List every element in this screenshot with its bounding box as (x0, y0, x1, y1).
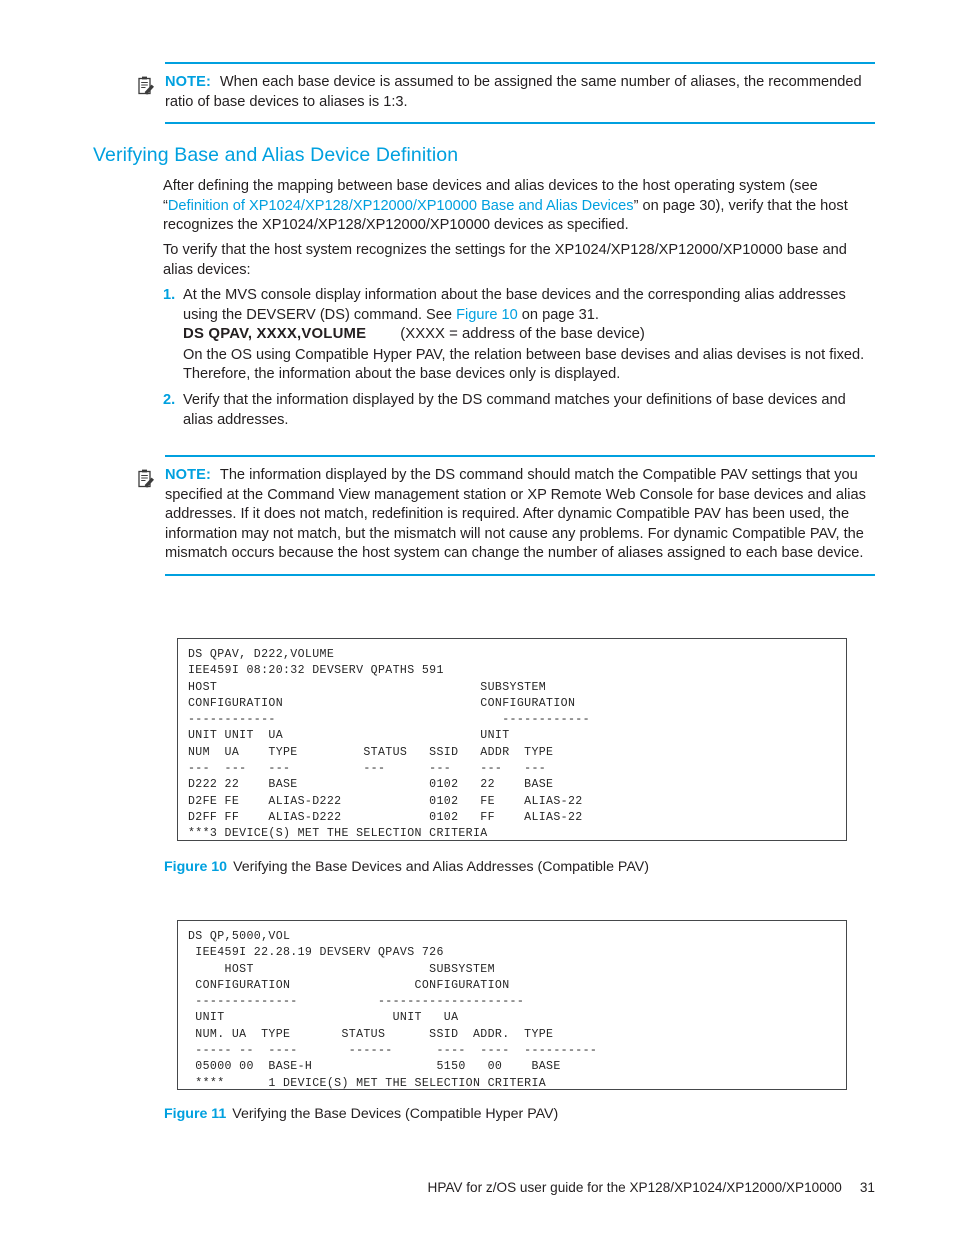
note-text-bottom: NOTE: The information displayed by the DS… (165, 466, 875, 564)
ordered-steps-list: 1. At the MVS console display informatio… (163, 286, 875, 430)
note-label: NOTE: (165, 74, 211, 90)
paragraph-intro: After defining the mapping between base … (163, 177, 875, 236)
link-definition-base-alias-devices[interactable]: Definition of XP1024/XP128/XP12000/XP100… (168, 198, 634, 214)
figure-caption-11: Figure 11 Verifying the Base Devices (Com… (164, 1106, 558, 1122)
step-number-2: 2. (163, 391, 176, 408)
footer-title: HPAV for z/OS user guide for the XP128/X… (427, 1180, 842, 1195)
console-output-figure-11: DS QP,5000,VOL IEE459I 22.28.19 DEVSERV … (177, 920, 847, 1090)
note-clipboard-icon (138, 76, 155, 95)
figure-caption-10: Figure 10 Verifying the Base Devices and … (164, 859, 649, 875)
note-block-bottom: NOTE: The information displayed by the DS… (138, 455, 875, 576)
note-label: NOTE: (165, 467, 211, 483)
note-block-top: NOTE: When each base device is assumed to… (138, 62, 875, 125)
step-1-subparagraph: On the OS using Compatible Hyper PAV, th… (183, 346, 865, 383)
console-text-figure-11: DS QP,5000,VOL IEE459I 22.28.19 DEVSERV … (188, 930, 598, 1090)
link-figure-10[interactable]: Figure 10 (456, 307, 518, 323)
note-text-top: NOTE: When each base device is assumed to… (165, 73, 875, 112)
page-footer: HPAV for z/OS user guide for the XP128/X… (0, 1180, 876, 1195)
footer-page-number: 31 (859, 1180, 875, 1195)
list-item-step-1: 1. At the MVS console display informatio… (163, 286, 875, 385)
list-item-step-2: 2. Verify that the information displayed… (163, 391, 875, 430)
section-heading: Verifying Base and Alias Device Definiti… (93, 144, 459, 166)
paragraph-verify-intro: To verify that the host system recognize… (163, 242, 847, 278)
figure-number-10: Figure 10 (164, 859, 228, 875)
step-2-text: Verify that the information displayed by… (183, 391, 846, 428)
console-output-figure-10: DS QPAV, D222,VOLUME IEE459I 08:20:32 DE… (177, 638, 847, 841)
figure-title-11: Verifying the Base Devices (Compatible H… (232, 1106, 559, 1122)
note-rule-bottom (165, 122, 875, 125)
console-text-figure-10: DS QPAV, D222,VOLUME IEE459I 08:20:32 DE… (188, 648, 590, 841)
document-page: NOTE: When each base device is assumed to… (0, 0, 954, 1235)
note-content: When each base device is assumed to be a… (165, 74, 862, 110)
note-rule-bottom-2 (165, 573, 875, 576)
figure-number-11: Figure 11 (164, 1106, 227, 1122)
step-1-text-b: on page 31. (517, 306, 599, 323)
step-number-1: 1. (163, 287, 176, 303)
ds-command-line: DS QPAV, XXXX,VOLUME (XXXX = address of t… (183, 325, 875, 345)
note-body-2: NOTE: The information displayed by the DS… (138, 457, 875, 574)
ds-command: DS QPAV, XXXX,VOLUME (183, 326, 367, 343)
ds-command-note: (XXXX = address of the base device) (400, 326, 645, 343)
note-content: The information displayed by the DS comm… (165, 467, 866, 562)
note-body: NOTE: When each base device is assumed to… (138, 64, 875, 122)
figure-title-10: Verifying the Base Devices and Alias Add… (233, 859, 649, 875)
note-clipboard-icon (138, 469, 155, 488)
